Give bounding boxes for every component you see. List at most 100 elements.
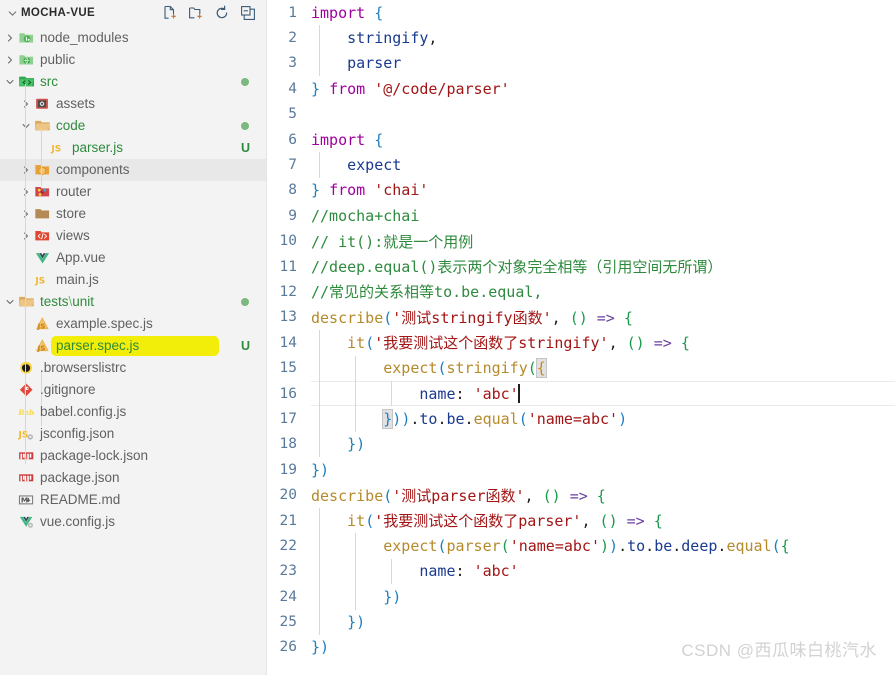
tree-folder-row[interactable]: components bbox=[0, 159, 266, 181]
new-folder-icon[interactable] bbox=[187, 5, 204, 22]
chevron-right-icon[interactable] bbox=[19, 159, 33, 181]
tree-file-row[interactable]: package-lock.json bbox=[0, 445, 266, 467]
code-line[interactable]: 2 stringify, bbox=[267, 25, 895, 50]
line-number: 23 bbox=[279, 563, 297, 580]
line-number: 24 bbox=[279, 588, 297, 605]
code-text[interactable]: // it():就是一个用例 bbox=[311, 231, 473, 252]
tree-file-row[interactable]: JS example.spec.js bbox=[0, 313, 266, 335]
code-text[interactable]: describe('测试stringify函数', () => { bbox=[311, 307, 633, 328]
code-line[interactable]: 22 expect(parser('name=abc')).to.be.deep… bbox=[267, 533, 895, 558]
code-text[interactable]: it('我要测试这个函数了parser', () => { bbox=[311, 510, 663, 531]
code-line[interactable]: 9 //mocha+chai bbox=[267, 203, 895, 228]
file-tree: node_modules public src assets code JS parser.… bbox=[0, 26, 266, 533]
code-text[interactable]: name: 'abc' bbox=[311, 562, 518, 580]
tree-file-row[interactable]: JS parser.spec.js U bbox=[0, 335, 266, 357]
tree-file-row[interactable]: JS main.js bbox=[0, 269, 266, 291]
code-line[interactable]: 15 expect(stringify({ bbox=[267, 355, 895, 380]
code-text[interactable]: //deep.equal()表示两个对象完全相等（引用空间无所谓） bbox=[311, 256, 722, 277]
chevron-down-icon[interactable] bbox=[4, 5, 20, 21]
code-line[interactable]: 23 name: 'abc' bbox=[267, 559, 895, 584]
tree-folder-row[interactable]: code bbox=[0, 115, 266, 137]
chevron-right-icon[interactable] bbox=[3, 49, 17, 71]
code-text[interactable]: //mocha+chai bbox=[311, 207, 419, 225]
tree-item-label: components bbox=[56, 162, 130, 177]
tree-folder-row[interactable]: views bbox=[0, 225, 266, 247]
tree-folder-row[interactable]: router bbox=[0, 181, 266, 203]
code-text[interactable]: expect bbox=[311, 156, 401, 174]
tree-file-row[interactable]: JS jsconfig.json bbox=[0, 423, 266, 445]
code-line[interactable]: 20 describe('测试parser函数', () => { bbox=[267, 482, 895, 507]
chevron-right-icon[interactable] bbox=[3, 27, 17, 49]
tree-folder-row[interactable]: tests\unit bbox=[0, 291, 266, 313]
code-line[interactable]: 25 }) bbox=[267, 609, 895, 634]
code-text[interactable]: import { bbox=[311, 4, 383, 22]
js-file-icon: JS bbox=[33, 272, 52, 288]
code-line[interactable]: 24 }) bbox=[267, 584, 895, 609]
chevron-down-icon[interactable] bbox=[3, 291, 17, 313]
tree-item-label: parser.spec.js bbox=[56, 338, 140, 353]
code-text[interactable]: } from 'chai' bbox=[311, 181, 428, 199]
code-line[interactable]: 21 it('我要测试这个函数了parser', () => { bbox=[267, 508, 895, 533]
code-line[interactable]: 13 describe('测试stringify函数', () => { bbox=[267, 305, 895, 330]
tree-folder-row[interactable]: store bbox=[0, 203, 266, 225]
folder-assets-icon bbox=[33, 96, 52, 112]
tree-file-row[interactable]: .gitignore bbox=[0, 379, 266, 401]
code-text[interactable]: name: 'abc' bbox=[311, 384, 520, 404]
code-text[interactable]: } from '@/code/parser' bbox=[311, 80, 510, 98]
chevron-right-icon[interactable] bbox=[19, 203, 33, 225]
chevron-right-icon[interactable] bbox=[19, 225, 33, 247]
code-lines[interactable]: 1 import {2 stringify, 3 parser 4} from '@/… bbox=[267, 0, 895, 660]
tree-file-row[interactable]: Bab. babel.config.js bbox=[0, 401, 266, 423]
code-line[interactable]: 16 name: 'abc' bbox=[267, 380, 895, 407]
code-line[interactable]: 18 }) bbox=[267, 432, 895, 457]
code-line[interactable]: 12 //常见的关系相等to.be.equal, bbox=[267, 279, 895, 304]
code-line[interactable]: 6 import { bbox=[267, 127, 895, 152]
code-text[interactable]: describe('测试parser函数', () => { bbox=[311, 485, 606, 506]
line-number: 13 bbox=[279, 309, 297, 326]
code-text[interactable]: stringify, bbox=[311, 29, 437, 47]
code-text[interactable]: }) bbox=[311, 461, 329, 479]
code-line[interactable]: 1 import { bbox=[267, 0, 895, 25]
code-line[interactable]: 11 //deep.equal()表示两个对象完全相等（引用空间无所谓） bbox=[267, 254, 895, 279]
new-file-icon[interactable] bbox=[161, 5, 178, 22]
folder-components-icon bbox=[33, 162, 52, 178]
code-line[interactable]: 3 parser bbox=[267, 51, 895, 76]
code-editor[interactable]: 1 import {2 stringify, 3 parser 4} from '@/… bbox=[267, 0, 895, 675]
tree-folder-row[interactable]: node_modules bbox=[0, 27, 266, 49]
code-line[interactable]: 10 // it():就是一个用例 bbox=[267, 229, 895, 254]
code-text[interactable]: it('我要测试这个函数了stringify', () => { bbox=[311, 332, 690, 353]
code-text[interactable]: }) bbox=[311, 638, 329, 656]
tree-file-row[interactable]: .browserslistrc bbox=[0, 357, 266, 379]
tree-folder-row[interactable]: assets bbox=[0, 93, 266, 115]
code-line[interactable]: 14 it('我要测试这个函数了stringify', () => { bbox=[267, 330, 895, 355]
code-text[interactable]: //常见的关系相等to.be.equal, bbox=[311, 281, 542, 302]
code-line[interactable]: 4} from '@/code/parser' bbox=[267, 76, 895, 101]
code-line[interactable]: 8} from 'chai' bbox=[267, 178, 895, 203]
code-text[interactable]: })).to.be.equal('name=abc') bbox=[311, 408, 627, 429]
code-line[interactable]: 7 expect bbox=[267, 152, 895, 177]
tree-item-label: src bbox=[40, 74, 58, 89]
code-text[interactable]: expect(parser('name=abc')).to.be.deep.eq… bbox=[311, 537, 789, 555]
code-text[interactable]: parser bbox=[311, 54, 401, 72]
tree-folder-row[interactable]: src bbox=[0, 71, 266, 93]
tree-file-row[interactable]: JS parser.js U bbox=[0, 137, 266, 159]
code-text[interactable]: expect(stringify({ bbox=[311, 358, 547, 379]
tree-item-label: App.vue bbox=[56, 250, 106, 265]
collapse-all-icon[interactable] bbox=[239, 5, 256, 22]
code-line[interactable]: 5 bbox=[267, 102, 895, 127]
tree-file-row[interactable]: vue.config.js bbox=[0, 511, 266, 533]
code-line[interactable]: 17 })).to.be.equal('name=abc') bbox=[267, 406, 895, 431]
refresh-icon[interactable] bbox=[213, 5, 230, 22]
code-line[interactable]: 19}) bbox=[267, 457, 895, 482]
code-text[interactable]: }) bbox=[311, 588, 401, 606]
tree-file-row[interactable]: package.json bbox=[0, 467, 266, 489]
tree-file-row[interactable]: App.vue bbox=[0, 247, 266, 269]
chevron-right-icon[interactable] bbox=[19, 181, 33, 203]
tree-item-label: .browserslistrc bbox=[40, 360, 127, 375]
chevron-down-icon[interactable] bbox=[19, 115, 33, 137]
tree-folder-row[interactable]: public bbox=[0, 49, 266, 71]
chevron-down-icon[interactable] bbox=[3, 71, 17, 93]
chevron-right-icon[interactable] bbox=[19, 93, 33, 115]
tree-file-row[interactable]: M README.md bbox=[0, 489, 266, 511]
code-text[interactable]: import { bbox=[311, 131, 383, 149]
